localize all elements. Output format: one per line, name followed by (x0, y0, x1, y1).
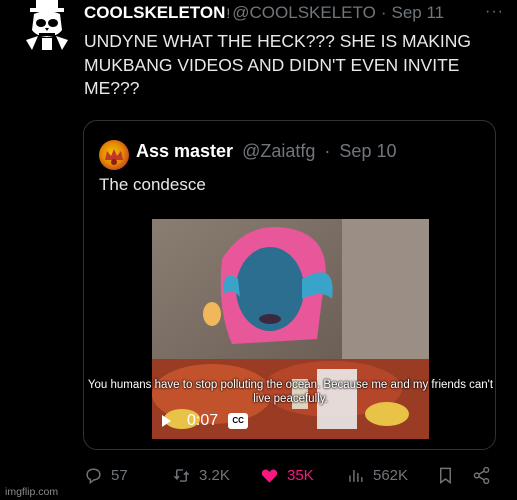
header-separator: · (380, 3, 387, 22)
author-avatar-skull[interactable] (20, 0, 76, 52)
heart-icon (261, 469, 278, 483)
action-bar: 57 3.2K 35K 562K (84, 466, 504, 490)
quote-author-avatar[interactable] (99, 140, 129, 170)
like-button[interactable]: 35K (260, 466, 314, 485)
author-badge: ! (226, 5, 231, 21)
reply-count: 57 (111, 467, 128, 484)
tweet-header: COOLSKELETON ! @COOLSKELETO · Sep 11 ··· (84, 2, 504, 24)
bookmark-icon (440, 467, 451, 485)
quote-date[interactable]: Sep 10 (339, 141, 396, 161)
quote-author-handle[interactable]: @Zaiatfg (242, 141, 315, 161)
video-player[interactable] (152, 219, 429, 439)
quote-separator: · (324, 141, 331, 161)
quote-text: The condesce (99, 175, 206, 194)
reply-button[interactable]: 57 (84, 466, 128, 485)
quote-header: Ass master @Zaiatfg · Sep 10 (136, 141, 396, 162)
tweet-date[interactable]: Sep 11 (391, 3, 444, 23)
reply-icon (86, 468, 101, 485)
video-frame-image (152, 219, 429, 439)
bookmark-button[interactable] (436, 466, 455, 485)
share-icon (473, 466, 490, 485)
tweet-text: UNDYNE WHAT THE HECK??? SHE IS MAKING MU… (84, 31, 472, 98)
share-button[interactable] (472, 466, 491, 485)
quoted-tweet-card[interactable]: Ass master @Zaiatfg · Sep 10 The condesc… (83, 120, 496, 450)
video-controls: 0:07 CC (162, 412, 249, 430)
crown-avatar-icon (105, 149, 123, 165)
repost-count: 3.2K (199, 467, 230, 484)
video-caption: You humans have to stop polluting the oc… (87, 379, 494, 405)
quote-author-name[interactable]: Ass master (136, 141, 233, 161)
play-icon[interactable] (162, 415, 171, 427)
closed-captions-icon[interactable]: CC (228, 413, 249, 429)
watermark-text: imgflip.com (5, 486, 59, 498)
views-button[interactable]: 562K (346, 466, 408, 485)
views-chart-icon (349, 469, 363, 482)
author-handle[interactable]: @COOLSKELETO (232, 3, 376, 23)
author-name[interactable]: COOLSKELETON (84, 3, 225, 23)
more-options-icon[interactable]: ··· (485, 3, 504, 21)
video-time: 0:07 (187, 412, 219, 429)
repost-button[interactable]: 3.2K (172, 466, 230, 485)
repost-icon (173, 469, 190, 482)
skull-icon (26, 0, 68, 50)
views-count: 562K (373, 467, 409, 484)
like-count: 35K (287, 467, 314, 484)
